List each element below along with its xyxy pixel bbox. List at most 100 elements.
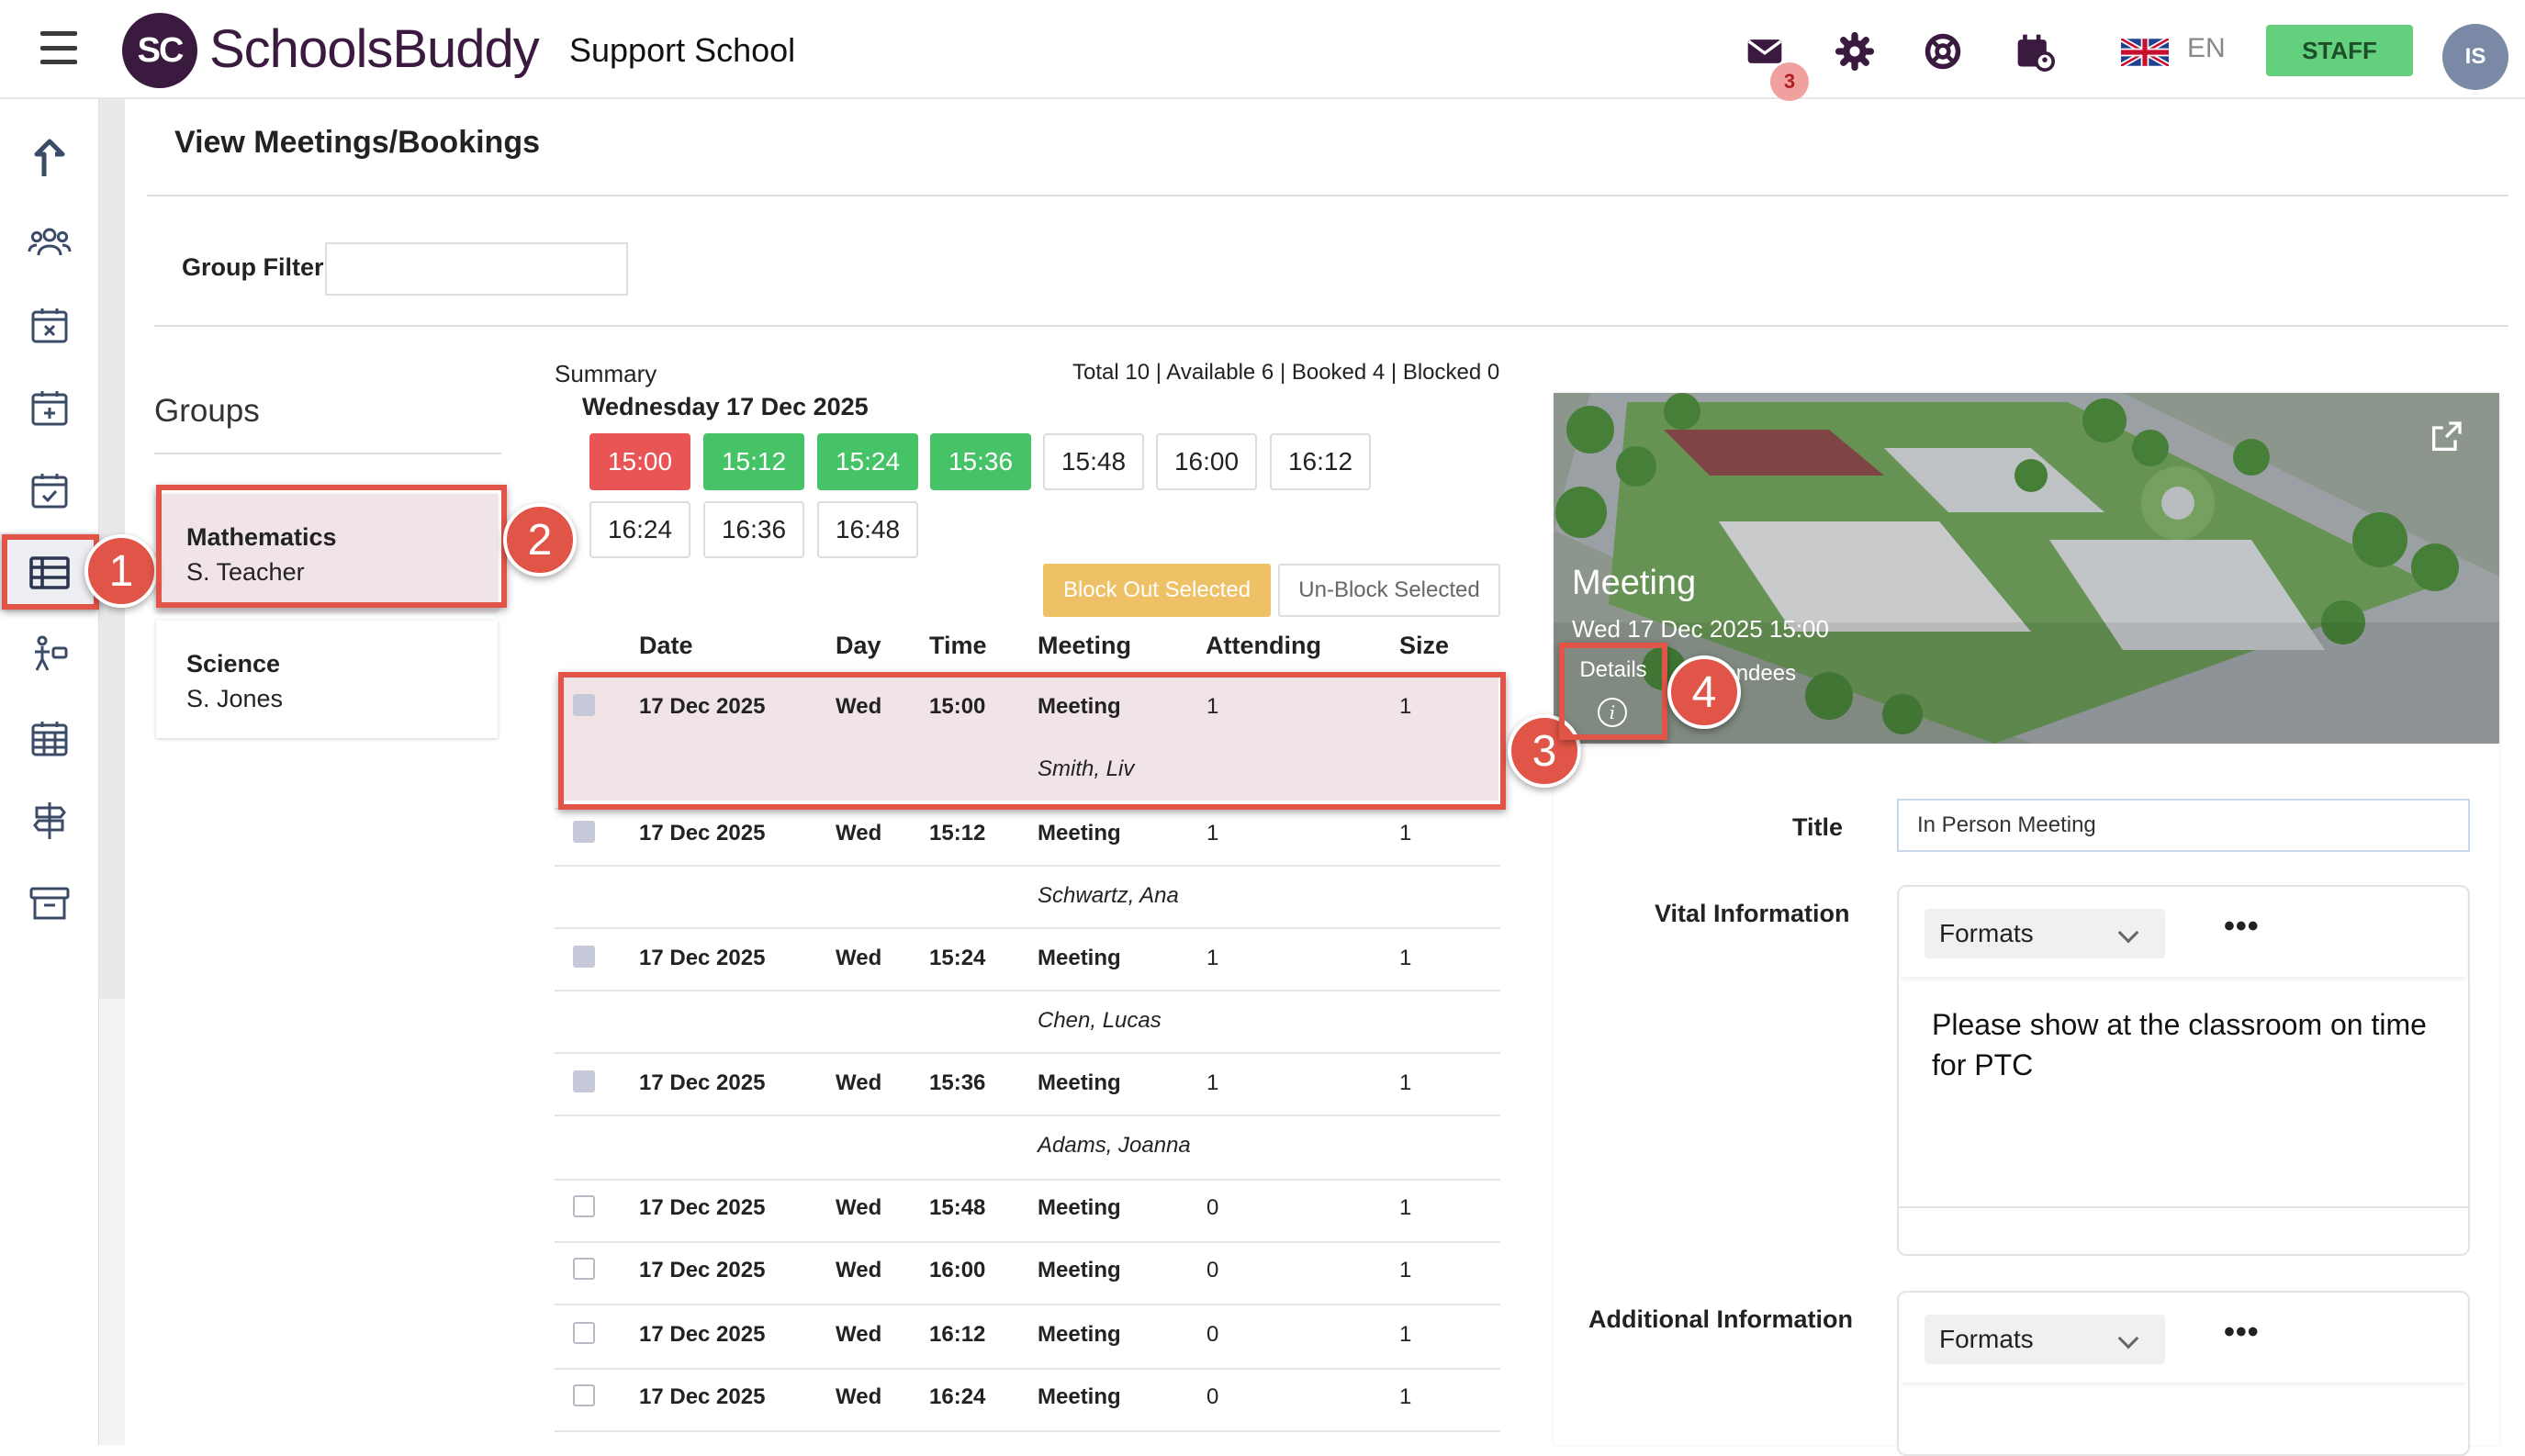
cell-date: 17 Dec 2025 (639, 1322, 766, 1347)
date-heading: Wednesday 17 Dec 2025 (582, 393, 869, 420)
table-row[interactable]: 17 Dec 2025 Wed 16:00 Meeting 0 1 (555, 1258, 1500, 1304)
column-header-size: Size (1399, 632, 1450, 659)
cell-attending: 1 (1206, 1070, 1219, 1095)
more-options-button[interactable]: ••• (2224, 909, 2260, 945)
block-out-selected-button[interactable]: Block Out Selected (1043, 564, 1271, 617)
additional-information-editor[interactable]: Formats ••• (1897, 1291, 2470, 1456)
time-slot-1600[interactable]: 16:00 (1156, 433, 1257, 490)
staff-button[interactable]: STAFF (2266, 25, 2413, 76)
time-slot-1524[interactable]: 15:24 (817, 433, 918, 490)
school-name: Support School (569, 31, 796, 69)
vital-information-text[interactable]: Please show at the classroom on time for… (1932, 1004, 2431, 1085)
time-slot-1500[interactable]: 15:00 (589, 433, 690, 490)
group-filter-input[interactable] (325, 242, 628, 296)
cell-time: 15:48 (929, 1195, 986, 1220)
column-header-date: Date (639, 632, 693, 659)
time-slot-1624[interactable]: 16:24 (589, 501, 690, 558)
table-row[interactable]: 17 Dec 2025 Wed 16:12 Meeting 0 1 (555, 1322, 1500, 1368)
editor-status-divider (1899, 1206, 2468, 1208)
calendar-cancel-icon[interactable] (28, 303, 72, 347)
summary-label: Summary (555, 360, 657, 387)
row-checkbox[interactable] (573, 1384, 595, 1406)
title-input[interactable]: In Person Meeting (1897, 799, 2470, 852)
cell-size: 1 (1399, 1384, 1412, 1409)
user-avatar[interactable]: IS (2442, 24, 2508, 90)
open-external-icon[interactable] (2428, 419, 2464, 455)
menu-icon[interactable] (40, 31, 77, 64)
archive-icon[interactable] (28, 881, 72, 925)
language-selector[interactable]: EN (2187, 33, 2226, 64)
vital-information-label: Vital Information (1655, 900, 1850, 927)
cell-meeting: Meeting (1038, 1195, 1121, 1220)
cell-meeting: Meeting (1038, 1258, 1121, 1282)
uk-flag-icon[interactable] (2121, 39, 2169, 66)
more-options-button[interactable]: ••• (2224, 1315, 2260, 1350)
row-divider (555, 865, 1500, 867)
table-row[interactable]: 17 Dec 2025 Wed 15:48 Meeting 0 1 (555, 1195, 1500, 1241)
cell-day: Wed (836, 946, 882, 970)
logo[interactable]: SC (122, 13, 197, 88)
cell-day: Wed (836, 1258, 882, 1282)
cell-size: 1 (1399, 1258, 1412, 1282)
row-checkbox[interactable] (573, 946, 595, 968)
vital-information-editor[interactable]: Formats ••• Please show at the classroom… (1897, 885, 2470, 1256)
cell-day: Wed (836, 1195, 882, 1220)
calendar-add-icon[interactable] (28, 386, 72, 430)
group-card-science[interactable]: Science S. Jones (156, 621, 498, 738)
formats-label: Formats (1939, 919, 2034, 947)
row-checkbox[interactable] (573, 821, 595, 843)
title-label: Title (1792, 813, 1844, 841)
cell-date: 17 Dec 2025 (639, 1195, 766, 1220)
calendar-check-icon[interactable] (28, 468, 72, 512)
callout-1: 1 (84, 534, 158, 608)
cell-day: Wed (836, 821, 882, 846)
gear-icon[interactable] (1835, 31, 1875, 72)
meeting-title: Meeting (1572, 564, 1697, 602)
share-arrow-icon[interactable] (28, 138, 72, 182)
unblock-selected-button[interactable]: Un-Block Selected (1278, 564, 1500, 617)
row-checkbox[interactable] (573, 1195, 595, 1217)
cell-time: 16:12 (929, 1322, 986, 1347)
time-slot-1612[interactable]: 16:12 (1270, 433, 1371, 490)
row-checkbox[interactable] (573, 1322, 595, 1344)
cell-size: 1 (1399, 821, 1412, 846)
table-row[interactable]: 17 Dec 2025 Wed 15:36 Meeting 1 1 Adams,… (555, 1069, 1500, 1179)
table-row[interactable]: 17 Dec 2025 Wed 15:24 Meeting 1 1 Chen, … (555, 944, 1500, 1054)
row-divider (555, 1052, 1500, 1054)
cell-size: 1 (1399, 1070, 1412, 1095)
time-slot-1512[interactable]: 15:12 (703, 433, 804, 490)
row-divider (555, 1179, 1500, 1181)
mail-count-badge: 3 (1770, 62, 1809, 101)
cell-time: 16:24 (929, 1384, 986, 1409)
cell-meeting: Meeting (1038, 1070, 1121, 1095)
cell-date: 17 Dec 2025 (639, 1070, 766, 1095)
additional-information-label: Additional Information (1588, 1305, 1853, 1333)
time-slot-1636[interactable]: 16:36 (703, 501, 804, 558)
time-slot-1536[interactable]: 15:36 (930, 433, 1031, 490)
help-lifebuoy-icon[interactable] (1923, 31, 1963, 72)
cell-date: 17 Dec 2025 (639, 821, 766, 846)
editor-toolbar: Formats ••• (1901, 889, 2466, 977)
signpost-icon[interactable] (28, 799, 72, 843)
row-divider (555, 1304, 1500, 1305)
users-icon[interactable] (28, 220, 72, 264)
row-divider (555, 990, 1500, 991)
calendar-grid-icon[interactable] (28, 716, 72, 760)
activity-person-icon[interactable] (28, 633, 72, 678)
row-checkbox[interactable] (573, 1070, 595, 1092)
time-slot-1548[interactable]: 15:48 (1043, 433, 1144, 490)
callout-4: 4 (1667, 655, 1741, 729)
cell-day: Wed (836, 1384, 882, 1409)
page-title: View Meetings/Bookings (174, 125, 541, 160)
group-name: Science (186, 650, 281, 678)
row-checkbox[interactable] (573, 1258, 595, 1280)
time-slot-1648[interactable]: 16:48 (817, 501, 918, 558)
column-header-attending: Attending (1206, 632, 1321, 659)
calendar-user-icon[interactable] (2014, 31, 2055, 72)
table-row[interactable]: 17 Dec 2025 Wed 16:24 Meeting 0 1 (555, 1384, 1500, 1430)
cell-attending: 0 (1206, 1384, 1219, 1409)
cell-time: 15:12 (929, 821, 986, 846)
cell-attending: 0 (1206, 1195, 1219, 1220)
table-row[interactable]: 17 Dec 2025 Wed 15:12 Meeting 1 1 Schwar… (555, 819, 1500, 929)
row-divider (555, 1114, 1500, 1116)
